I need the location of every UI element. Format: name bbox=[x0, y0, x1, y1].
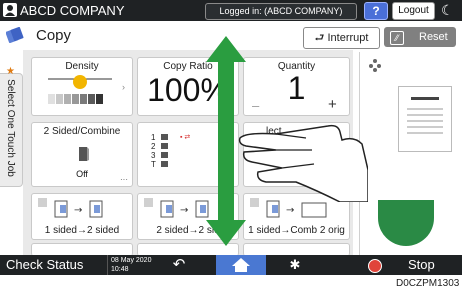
home-icon bbox=[232, 258, 250, 272]
quantity-tile[interactable]: Quantity 1 – + bbox=[243, 57, 350, 116]
user-icon bbox=[3, 3, 17, 17]
tray-2-label: 2 bbox=[151, 142, 156, 151]
sided-combine-tile[interactable]: 2 Sided/Combine Off ··· bbox=[31, 122, 133, 187]
back-arrow-icon: ↶ bbox=[172, 256, 186, 273]
paper-tray-icon bbox=[160, 133, 170, 174]
one-touch-job-label: Select One Touch Job bbox=[5, 79, 16, 177]
auto-paper-icon: ▪ ⇄ bbox=[180, 134, 191, 141]
checkbox[interactable] bbox=[144, 198, 153, 207]
hand-gesture-icon bbox=[236, 110, 369, 207]
density-gauge bbox=[46, 74, 118, 111]
copy-app-icon bbox=[5, 26, 24, 44]
interrupt-label: Interrupt bbox=[327, 32, 369, 44]
settings-button[interactable]: ✱ bbox=[278, 255, 312, 275]
document-preview-icon bbox=[398, 86, 452, 152]
datetime: 08 May 2020 10:48 bbox=[107, 255, 151, 275]
check-status-button[interactable]: Check Status bbox=[6, 255, 83, 275]
tray-3-label: 3 bbox=[151, 151, 156, 160]
page-icon bbox=[76, 146, 90, 167]
svg-text:→: → bbox=[180, 205, 188, 216]
interrupt-button[interactable]: ⮐ Interrupt bbox=[303, 27, 380, 49]
page-title: Copy bbox=[36, 27, 72, 44]
sided-combine-label: 2 Sided/Combine bbox=[43, 126, 121, 137]
preset-1-icon: → bbox=[54, 199, 114, 224]
figure-code: D0CZPM1303 bbox=[396, 278, 460, 289]
company-name: ABCD COMPANY bbox=[20, 3, 125, 18]
reset-icon: ⁄⁄ bbox=[390, 31, 404, 45]
tray-1-label: 1 bbox=[151, 133, 156, 142]
density-label: Density bbox=[65, 61, 99, 72]
logout-button[interactable]: Logout bbox=[392, 2, 435, 20]
energy-saver-icon[interactable]: ☾ bbox=[441, 0, 454, 20]
more-icon: ··· bbox=[120, 175, 128, 184]
home-button[interactable] bbox=[216, 255, 266, 275]
preset-3-label: 1 sided→Comb 2 orig bbox=[248, 225, 345, 236]
sided-combine-value: Off bbox=[76, 169, 88, 179]
help-button[interactable]: ? bbox=[364, 2, 388, 20]
login-status[interactable]: Logged in: (ABCD COMPANY) bbox=[205, 3, 357, 20]
density-tile[interactable]: Density › bbox=[31, 57, 133, 116]
reset-label: Reset bbox=[419, 31, 448, 43]
reset-button[interactable]: ⁄⁄ Reset bbox=[384, 27, 456, 47]
tray-t-label: T bbox=[151, 160, 156, 169]
interrupt-icon: ⮐ bbox=[314, 32, 328, 44]
preset-tile-1[interactable]: → 1 sided→2 sided bbox=[31, 193, 133, 240]
back-button[interactable]: ↶ bbox=[156, 255, 202, 275]
chevron-right-icon: › bbox=[122, 82, 125, 92]
date-label: 08 May 2020 bbox=[111, 257, 152, 264]
checkbox[interactable] bbox=[38, 198, 47, 207]
widget-menu-icon[interactable] bbox=[367, 58, 383, 72]
time-label: 10:48 bbox=[111, 266, 129, 273]
stop-label: Stop bbox=[408, 257, 435, 272]
svg-text:→: → bbox=[74, 205, 82, 216]
gear-icon: ✱ bbox=[289, 257, 301, 272]
paper-tray-list: 1 2 3 T bbox=[151, 133, 156, 169]
stop-icon bbox=[368, 259, 382, 273]
preset-1-label: 1 sided→2 sided bbox=[44, 225, 120, 236]
